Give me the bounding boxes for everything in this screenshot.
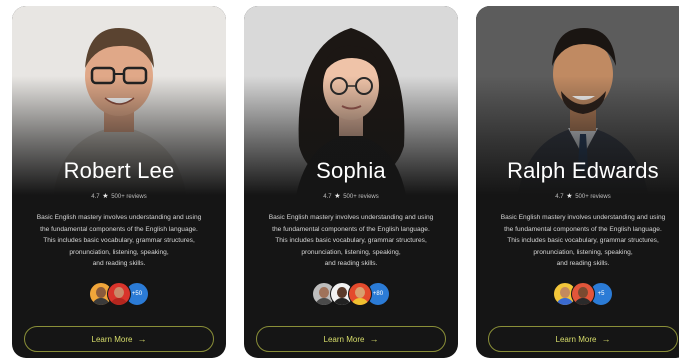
review-count: 500+ reviews [343,194,379,200]
review-count: 500+ reviews [575,194,611,200]
description-line: and reading skills. [556,260,610,267]
arrow-right-icon: → [137,334,147,344]
avatar [348,282,372,306]
description-line: and reading skills. [92,260,146,267]
learn-more-button[interactable]: Learn More → [24,326,214,352]
description-line: Basic English mastery involves understan… [500,214,666,221]
rating-value: 4.7 [555,194,564,200]
star-icon: ★ [334,193,341,200]
tutor-card-sophia: Sophia 4.7 ★ 500+ reviews Basic English … [244,6,458,358]
description-line: the fundamental components of the Englis… [40,225,198,233]
tutor-description: Basic English mastery involves understan… [26,212,212,270]
learn-more-button[interactable]: Learn More → [256,326,446,352]
description-line: pronunciation, listening, speaking, [533,248,633,256]
description-line: the fundamental components of the Englis… [272,225,430,233]
tutor-name: Robert Lee [63,158,175,183]
avatar [107,282,131,306]
rating: 4.7 ★ 500+ reviews [476,192,679,200]
description-line: pronunciation, listening, speaking, [301,248,401,256]
tutor-description: Basic English mastery involves understan… [490,212,676,270]
rating-value: 4.7 [323,194,332,200]
learn-more-label: Learn More [323,334,365,344]
student-avatars: +50 [12,282,226,306]
tutor-card-ralph-edwards: Ralph Edwards 4.7 ★ 500+ reviews Basic E… [476,6,679,358]
tutor-description: Basic English mastery involves understan… [258,212,444,270]
description-line: pronunciation, listening, speaking, [69,248,169,256]
learn-more-label: Learn More [555,334,597,344]
avatar [571,282,595,306]
arrow-right-icon: → [601,334,611,344]
learn-more-button[interactable]: Learn More → [488,326,678,352]
description-line: This includes basic vocabulary, grammar … [43,237,195,244]
review-count: 500+ reviews [111,194,147,200]
tutor-name: Ralph Edwards [507,158,659,183]
tutor-card-robert-lee: Robert Lee 4.7 ★ 500+ reviews Basic Engl… [12,6,226,358]
description-line: This includes basic vocabulary, grammar … [275,237,427,244]
learn-more-label: Learn More [91,334,133,344]
description-line: This includes basic vocabulary, grammar … [507,237,659,244]
star-icon: ★ [102,193,109,200]
rating: 4.7 ★ 500+ reviews [244,192,458,200]
tutor-name: Sophia [316,158,386,183]
arrow-right-icon: → [369,334,379,344]
rating-value: 4.7 [91,194,100,200]
rating: 4.7 ★ 500+ reviews [12,192,226,200]
description-line: Basic English mastery involves understan… [36,214,202,221]
description-line: Basic English mastery involves understan… [268,214,434,221]
student-avatars: +5 [476,282,679,306]
description-line: and reading skills. [324,260,378,267]
description-line: the fundamental components of the Englis… [504,225,662,233]
student-avatars: +80 [244,282,458,306]
star-icon: ★ [566,193,573,200]
